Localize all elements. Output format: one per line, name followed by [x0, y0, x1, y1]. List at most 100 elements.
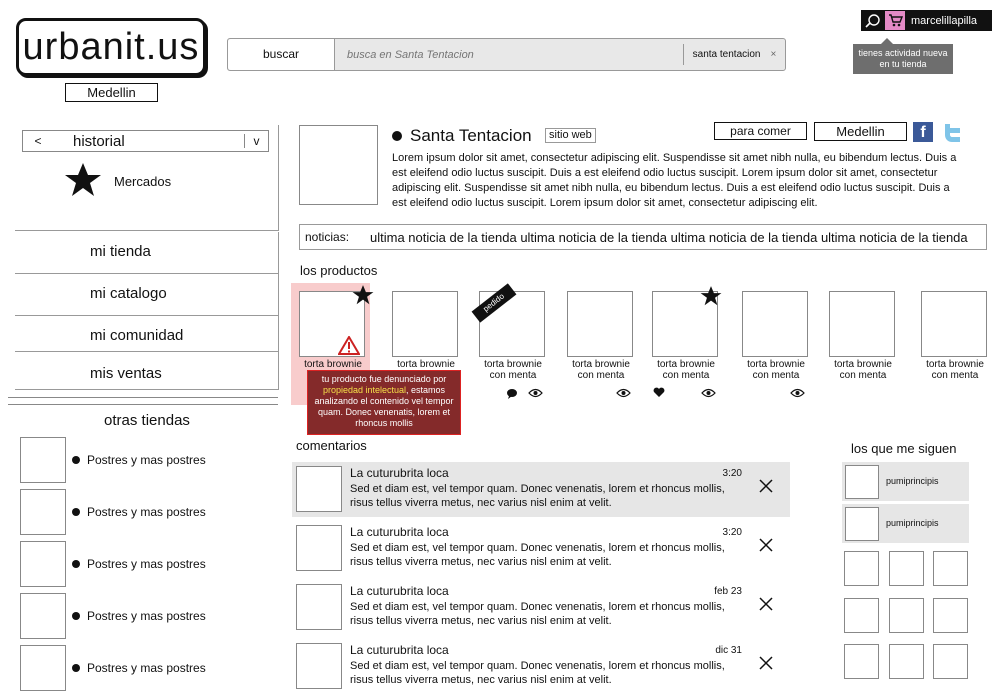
- avatar[interactable]: [296, 525, 342, 571]
- comment-text: Sed et diam est, vel tempor quam. Donec …: [350, 542, 725, 568]
- history-selector[interactable]: < historial v: [22, 130, 269, 152]
- website-link[interactable]: sitio web: [545, 128, 596, 143]
- avatar[interactable]: [845, 465, 879, 499]
- eye-icon[interactable]: [790, 388, 805, 398]
- store-name[interactable]: Postres y mas postres: [87, 505, 206, 519]
- activity-tooltip[interactable]: tienes actividad nueva en tu tienda: [853, 38, 953, 74]
- follower-name[interactable]: pumiprincipis: [886, 476, 939, 486]
- store-name[interactable]: Postres y mas postres: [87, 453, 206, 467]
- follower-item[interactable]: pumiprincipis: [842, 504, 969, 543]
- store-name[interactable]: Postres y mas postres: [87, 609, 206, 623]
- store-name[interactable]: Postres y mas postres: [87, 661, 206, 675]
- store-logo[interactable]: [299, 125, 378, 205]
- close-icon[interactable]: [758, 478, 774, 494]
- follower-thumbnail[interactable]: [933, 551, 968, 586]
- store-list-item[interactable]: Postres y mas postres: [20, 593, 280, 639]
- store-thumbnail[interactable]: [20, 541, 66, 587]
- avatar[interactable]: [296, 643, 342, 689]
- product-image[interactable]: [742, 291, 808, 357]
- store-thumbnail[interactable]: [20, 593, 66, 639]
- category-tag[interactable]: para comer: [714, 122, 807, 140]
- product-image[interactable]: [392, 291, 458, 357]
- search-scope[interactable]: santa tentacion ×: [683, 44, 785, 65]
- store-thumbnail[interactable]: [20, 437, 66, 483]
- follower-name[interactable]: pumiprincipis: [886, 518, 939, 528]
- eye-icon[interactable]: [701, 388, 716, 398]
- heart-icon[interactable]: [653, 387, 665, 398]
- city-selector[interactable]: Medellin: [65, 83, 158, 102]
- history-dropdown-button[interactable]: v: [244, 134, 268, 148]
- follower-thumbnail[interactable]: [844, 551, 879, 586]
- product-name[interactable]: torta brownie con menta: [917, 359, 993, 381]
- follower-thumbnail[interactable]: [933, 644, 968, 679]
- search-button[interactable]: buscar: [228, 39, 335, 70]
- store-name[interactable]: Postres y mas postres: [87, 557, 206, 571]
- comment-author[interactable]: La cuturubrita loca: [350, 584, 449, 598]
- close-icon[interactable]: [758, 655, 774, 671]
- comment-time: 3:20: [722, 468, 742, 479]
- close-icon[interactable]: [758, 596, 774, 612]
- comment-author[interactable]: La cuturubrita loca: [350, 525, 449, 539]
- bullet: [72, 560, 80, 568]
- product-name[interactable]: torta brownie con menta: [475, 359, 551, 381]
- city-tag[interactable]: Medellin: [814, 122, 907, 141]
- search-scope-label: santa tentacion: [692, 49, 761, 60]
- twitter-icon[interactable]: [941, 122, 963, 144]
- comment-item: La cuturubrita loca feb 23 Sed et diam e…: [292, 580, 790, 635]
- product-image[interactable]: [567, 291, 633, 357]
- close-icon[interactable]: [758, 537, 774, 553]
- avatar[interactable]: [845, 507, 879, 541]
- warning-highlight: propiedad intelectual: [322, 385, 407, 395]
- nav-my-sales[interactable]: mis ventas: [15, 352, 279, 390]
- follower-thumbnail[interactable]: [889, 551, 924, 586]
- avatar[interactable]: [296, 584, 342, 630]
- eye-icon[interactable]: [616, 388, 631, 398]
- product-image[interactable]: [829, 291, 895, 357]
- follower-thumbnail[interactable]: [889, 644, 924, 679]
- avatar[interactable]: [296, 466, 342, 512]
- nav-my-catalog[interactable]: mi catalogo: [15, 274, 279, 316]
- warning-text: tu producto fue denunciado por: [321, 374, 447, 384]
- store-list-item[interactable]: Postres y mas postres: [20, 541, 280, 587]
- warning-icon[interactable]: [338, 336, 360, 355]
- comment-time: feb 23: [714, 586, 742, 597]
- comment-author[interactable]: La cuturubrita loca: [350, 643, 449, 657]
- store-thumbnail[interactable]: [20, 489, 66, 535]
- star-icon[interactable]: [352, 284, 374, 306]
- nav-my-community[interactable]: mi comunidad: [15, 316, 279, 352]
- product-name[interactable]: torta brownie con menta: [648, 359, 724, 381]
- facebook-icon[interactable]: f: [913, 122, 933, 142]
- news-label: noticias:: [305, 230, 350, 244]
- comment-author[interactable]: La cuturubrita loca: [350, 466, 449, 480]
- product-image[interactable]: [921, 291, 987, 357]
- history-label: historial: [73, 132, 125, 150]
- product-name[interactable]: torta brownie con menta: [738, 359, 814, 381]
- bullet: [72, 508, 80, 516]
- username[interactable]: marcelillapilla: [905, 15, 977, 27]
- section-divider: [8, 397, 278, 405]
- search-input[interactable]: [335, 39, 683, 70]
- markets-link[interactable]: Mercados: [114, 174, 171, 189]
- store-list-item[interactable]: Postres y mas postres: [20, 645, 280, 691]
- follower-item[interactable]: pumiprincipis: [842, 462, 969, 501]
- product-name[interactable]: torta brownie con menta: [825, 359, 901, 381]
- eye-icon[interactable]: [528, 388, 543, 398]
- product-name[interactable]: torta brownie con menta: [563, 359, 639, 381]
- store-list-item[interactable]: Postres y mas postres: [20, 437, 280, 483]
- follower-thumbnail[interactable]: [889, 598, 924, 633]
- follower-thumbnail[interactable]: [933, 598, 968, 633]
- site-logo[interactable]: urbanit.us: [16, 18, 206, 76]
- comment-icon[interactable]: [506, 388, 518, 399]
- store-list-item[interactable]: Postres y mas postres: [20, 489, 280, 535]
- follower-thumbnail[interactable]: [844, 598, 879, 633]
- chat-icon[interactable]: [861, 10, 885, 31]
- nav-my-store[interactable]: mi tienda: [15, 232, 279, 274]
- clear-scope-icon[interactable]: ×: [770, 49, 776, 60]
- history-prev-button[interactable]: <: [23, 134, 53, 148]
- star-icon[interactable]: [700, 285, 722, 307]
- news-text[interactable]: ultima noticia de la tienda ultima notic…: [370, 230, 986, 245]
- store-thumbnail[interactable]: [20, 645, 66, 691]
- comment-text: Sed et diam est, vel tempor quam. Donec …: [350, 601, 725, 627]
- follower-thumbnail[interactable]: [844, 644, 879, 679]
- cart-icon[interactable]: [885, 11, 905, 30]
